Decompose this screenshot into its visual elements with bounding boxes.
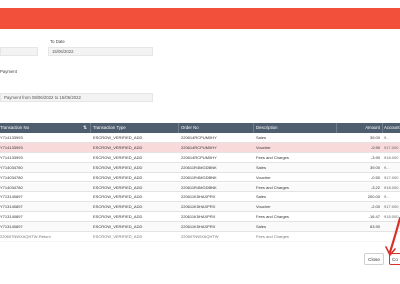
- cell-order-no: 220614RCPUM0HY: [181, 135, 217, 140]
- cell-transaction-type: ESCROW_VERIFIED_ADD: [93, 224, 143, 230]
- cell-order-no: 220611K5HAXPRX: [181, 214, 216, 220]
- cell-transaction-type: ESCROW_VERIFIED_ADD: [93, 204, 143, 210]
- cell-description: Sales: [256, 164, 267, 170]
- table-row[interactable]: Y714133993 ESCROW_VERIFIED_ADD 220614RCPUM…: [0, 152, 400, 163]
- payment-field[interactable]: Payment from 08/06/2022 to 15/06/2022: [0, 93, 153, 102]
- cell-order-no: 220611K5HAXPRX: [181, 194, 216, 200]
- top-strip: [0, 0, 400, 8]
- column-header-account[interactable]: Account: [384, 123, 400, 133]
- cell-account: 918.000: [384, 184, 399, 190]
- table-fade-overlay: [0, 233, 400, 261]
- cell-amount: -3.90: [370, 154, 380, 160]
- from-date-field[interactable]: [0, 47, 38, 56]
- cell-description: Voucher: [256, 144, 271, 150]
- confirm-button[interactable]: Co: [389, 253, 400, 265]
- cell-order-no: 220614RCPUM0HY: [181, 154, 217, 160]
- payment-label: Payment: [0, 69, 17, 74]
- cell-description: Sales: [256, 224, 267, 230]
- cell-transaction-type: ESCROW_VERIFIED_ADD: [93, 184, 143, 190]
- cell-account: 918.000: [384, 214, 399, 220]
- cell-amount: -16.47: [368, 214, 380, 220]
- cell-transaction-type: ESCROW_VERIFIED_ADD: [93, 144, 143, 150]
- cell-amount: 39.00: [369, 135, 380, 140]
- cell-transaction-type: ESCROW_VERIFIED_ADD: [93, 194, 143, 200]
- cell-amount: -2.00: [370, 204, 380, 210]
- table-row[interactable]: Y713140897 ESCROW_VERIFIED_ADD 220611K5HAX…: [0, 212, 400, 223]
- table-row[interactable]: Y713140897 ESCROW_VERIFIED_ADD 220611K5HAX…: [0, 222, 400, 232]
- cell-description: Sales: [256, 194, 267, 200]
- cell-order-no: 220614RCPUM0HY: [181, 144, 217, 150]
- table-row[interactable]: Y714034780 ESCROW_VERIFIED_ADD 220611R4MGD…: [0, 162, 400, 173]
- column-header-description[interactable]: Description: [256, 123, 316, 133]
- modal-header-bar: [0, 8, 400, 29]
- to-date-field[interactable]: 15/06/2022: [48, 47, 153, 56]
- cell-amount: -3.22: [370, 184, 380, 190]
- cell-account: 9...: [384, 164, 390, 170]
- cell-account: 9...: [384, 194, 390, 200]
- cell-transaction-no: Y713140897: [0, 214, 23, 220]
- cell-order-no: 220611K5HAXPRX: [181, 204, 216, 210]
- cell-amount: 39.00: [369, 164, 380, 170]
- cell-transaction-type: ESCROW_VERIFIED_ADD: [93, 135, 143, 140]
- cell-description: Sales: [256, 135, 267, 140]
- table-row[interactable]: Y714133993 ESCROW_VERIFIED_ADD 220614RCPUM…: [0, 133, 400, 143]
- to-date-label: To Date: [50, 39, 65, 44]
- cell-transaction-no: Y713140897: [0, 194, 23, 200]
- sort-icon[interactable]: ⇅: [82, 125, 88, 131]
- cell-account: 917.000: [384, 174, 399, 180]
- cell-transaction-no: Y714034780: [0, 164, 23, 170]
- close-button[interactable]: Close: [364, 253, 384, 265]
- table-header: Transaction No ⇅ Transaction Type Order …: [0, 123, 400, 133]
- cell-description: Voucher: [256, 204, 271, 210]
- cell-transaction-no: Y713140897: [0, 204, 23, 210]
- cell-account: 918.000: [384, 154, 399, 160]
- cell-account: [384, 222, 400, 231]
- cell-order-no: 220611R4MGDBNK: [181, 174, 217, 180]
- cell-description: Fees and Charges: [256, 154, 289, 160]
- cell-account: 9...: [384, 135, 390, 140]
- cell-transaction-no: Y714133993: [0, 135, 23, 140]
- cell-description: Fees and Charges: [256, 184, 289, 190]
- cell-description: Voucher: [256, 174, 271, 180]
- table-row[interactable]: Y714034780 ESCROW_VERIFIED_ADD 220611R4MGD…: [0, 182, 400, 193]
- table-row[interactable]: Y714034780 ESCROW_VERIFIED_ADD 220611R4MGD…: [0, 172, 400, 183]
- cell-amount: -0.50: [370, 174, 380, 180]
- cell-account: 917.000: [384, 144, 399, 150]
- cell-amount: 200.00: [367, 194, 380, 200]
- table-row[interactable]: Y713140897 ESCROW_VERIFIED_ADD 220611K5HAX…: [0, 192, 400, 203]
- cell-transaction-no: Y714034780: [0, 184, 23, 190]
- cell-transaction-no: Y714133993: [0, 154, 23, 160]
- cell-transaction-type: ESCROW_VERIFIED_ADD: [93, 164, 143, 170]
- cell-transaction-type: ESCROW_VERIFIED_ADD: [93, 154, 143, 160]
- cell-transaction-no: Y714133993: [0, 144, 23, 150]
- column-header-transaction-no[interactable]: Transaction No: [0, 123, 78, 133]
- column-header-amount[interactable]: Amount: [338, 123, 380, 133]
- cell-transaction-type: ESCROW_VERIFIED_ADD: [93, 174, 143, 180]
- table-row[interactable]: Y714133993 ESCROW_VERIFIED_ADD 220614RCPUM…: [0, 142, 400, 153]
- cell-amount: -0.90: [370, 144, 380, 150]
- cell-transaction-no: Y713140897: [0, 224, 23, 230]
- cell-description: Fees and Charges: [256, 214, 289, 220]
- column-header-order-no[interactable]: Order No: [181, 123, 251, 133]
- cell-order-no: 220611R4MGDBNK: [181, 164, 217, 170]
- cell-transaction-no: Y714034780: [0, 174, 23, 180]
- cell-transaction-type: ESCROW_VERIFIED_ADD: [93, 214, 143, 220]
- cell-amount: 63.90: [369, 224, 380, 230]
- cell-order-no: 220611K5HAXPRX: [181, 224, 216, 230]
- table-row[interactable]: Y713140897 ESCROW_VERIFIED_ADD 220611K5HAX…: [0, 202, 400, 213]
- cell-order-no: 220611R4MGDBNK: [181, 184, 217, 190]
- cell-account: 917.000: [384, 204, 399, 210]
- column-header-transaction-type[interactable]: Transaction Type: [93, 123, 173, 133]
